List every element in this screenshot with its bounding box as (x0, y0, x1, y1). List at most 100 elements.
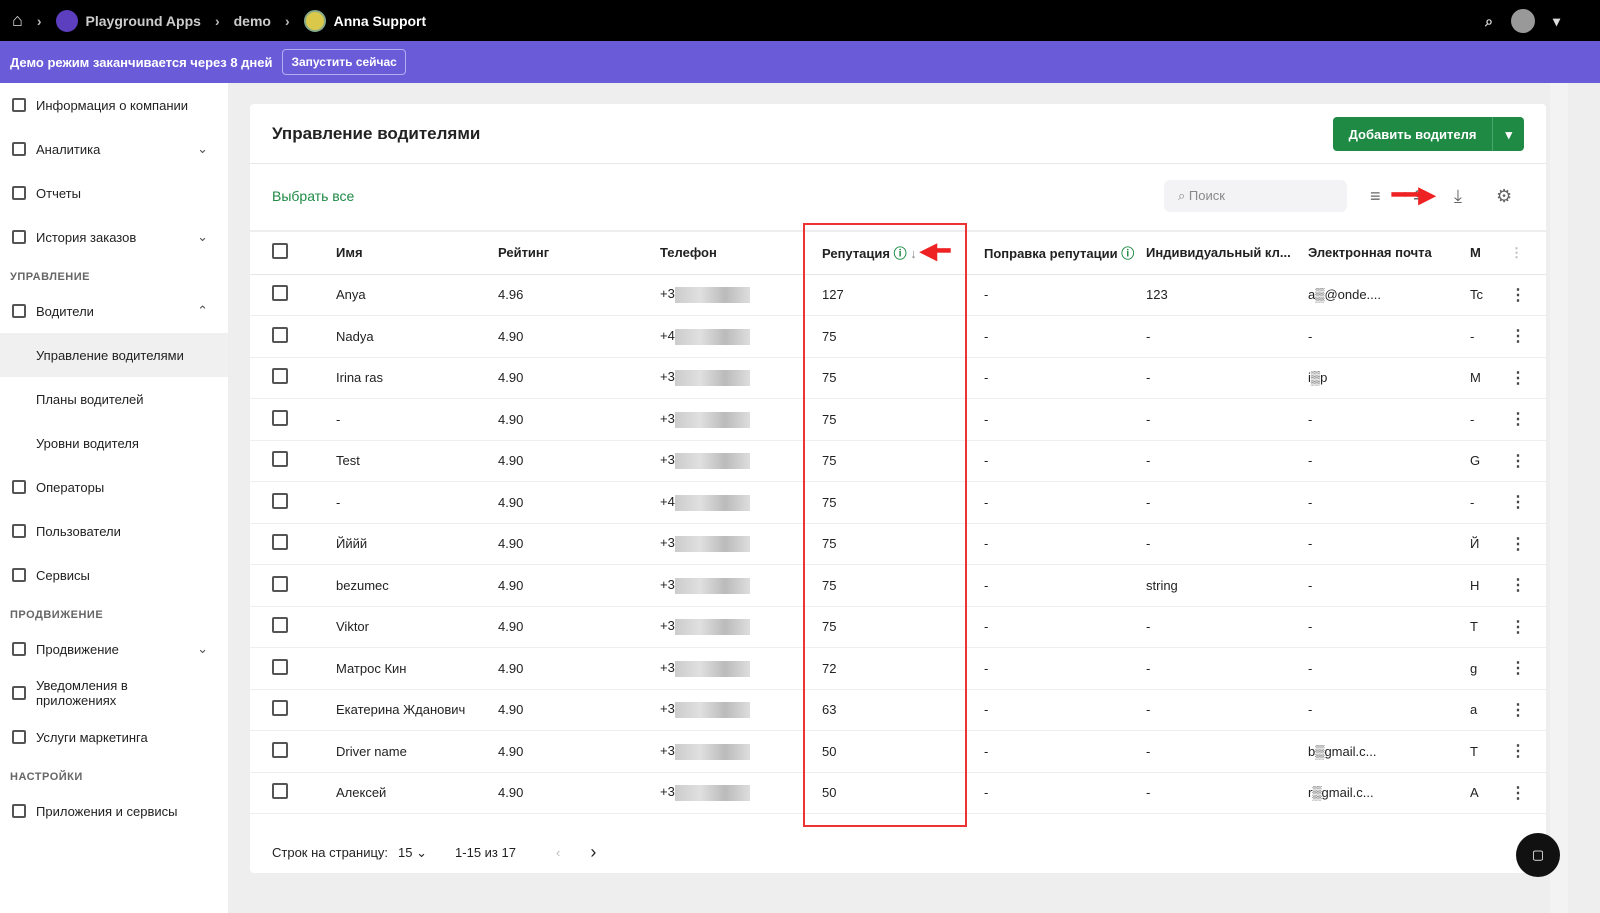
add-driver-label[interactable]: Добавить водителя (1333, 117, 1493, 151)
col-individual[interactable]: Индивидуальный кл... (1138, 231, 1300, 275)
cell-phone: +3 (652, 772, 814, 814)
table-row[interactable]: Алексей 4.90 +3 50- - r▒gmail.c... A ⋮ (250, 772, 1546, 814)
row-checkbox[interactable] (272, 368, 288, 385)
col-reputation-adjustment[interactable]: Поправка репутации ⓘ (976, 231, 1138, 275)
sidebar-item-driver-levels[interactable]: Уровни водителя (0, 421, 228, 465)
table-row[interactable]: Матрос Кин 4.90 +3 72- - - g ⋮ (250, 647, 1546, 690)
scrollbar[interactable] (1550, 83, 1568, 913)
col-name[interactable]: Имя (328, 231, 490, 275)
row-menu-icon[interactable]: ⋮ (1502, 357, 1546, 399)
table-row[interactable]: Test 4.90 +3 75- - - G ⋮ (250, 440, 1546, 482)
launch-now-button[interactable]: Запустить сейчас (282, 49, 406, 75)
row-checkbox[interactable] (272, 492, 288, 509)
row-checkbox[interactable] (272, 783, 288, 800)
table-row[interactable]: Anya 4.96 +3 127-123 a▒@onde.... Tc ⋮ (250, 274, 1546, 316)
table-header: Имя Рейтинг Телефон Репутация ⓘ ↓ Поправ… (250, 231, 1546, 275)
col-rating[interactable]: Рейтинг (490, 231, 652, 275)
cell-email: - (1300, 315, 1462, 358)
cell-phone: +3 (652, 730, 814, 773)
row-checkbox[interactable] (272, 658, 288, 675)
row-menu-icon[interactable]: ⋮ (1502, 564, 1546, 607)
table-row[interactable]: Viktor 4.90 +3 75- - - T ⋮ (250, 606, 1546, 648)
sidebar-item-driver-plans[interactable]: Планы водителей (0, 377, 228, 421)
row-menu-icon[interactable]: ⋮ (1502, 440, 1546, 482)
row-menu-icon[interactable]: ⋮ (1502, 772, 1546, 814)
search-input[interactable]: ⌕ Поиск (1164, 180, 1347, 212)
sidebar-item-notifications[interactable]: Уведомления в приложениях (0, 671, 228, 715)
cell-more: - (1462, 315, 1502, 358)
cell-email: - (1300, 481, 1462, 524)
megaphone-icon (12, 730, 26, 744)
row-checkbox[interactable] (272, 700, 288, 717)
row-menu-icon[interactable]: ⋮ (1502, 689, 1546, 731)
caret-down-icon[interactable]: ▾ (1492, 117, 1524, 151)
sidebar-item-reports[interactable]: Отчеты (0, 171, 228, 215)
col-more[interactable]: М (1462, 231, 1502, 275)
filter-icon[interactable]: ≡ (1370, 186, 1381, 207)
col-email[interactable]: Электронная почта (1300, 231, 1462, 275)
chat-button[interactable]: ▢ (1516, 833, 1560, 877)
row-menu-icon[interactable]: ⋮ (1502, 523, 1546, 565)
row-checkbox[interactable] (272, 326, 288, 343)
cell-more: - (1462, 398, 1502, 441)
phone-prefix: +3 (660, 286, 675, 302)
row-checkbox[interactable] (272, 741, 288, 758)
sidebar-item-operators[interactable]: Операторы (0, 465, 228, 509)
sidebar-item-services[interactable]: Сервисы (0, 553, 228, 597)
table-row[interactable]: Екатерина Жданович 4.90 +3 63- - - a ⋮ (250, 689, 1546, 731)
next-page-icon[interactable]: › (590, 842, 596, 863)
column-menu-icon[interactable]: ⋮ (1502, 231, 1546, 275)
user-avatar[interactable] (1510, 9, 1535, 33)
table-row[interactable]: Driver name 4.90 +3 50- - b▒gmail.c... T ⋮ (250, 730, 1546, 773)
cell-reputation-adjustment: - (976, 564, 1138, 607)
table-row[interactable]: bezumec 4.90 +3 75- string - H ⋮ (250, 564, 1546, 607)
sidebar-item-promotion[interactable]: Продвижение ⌄ (0, 627, 228, 671)
crumb-project[interactable]: Anna Support (334, 13, 427, 29)
sidebar-item-apps[interactable]: Приложения и сервисы (0, 789, 228, 833)
row-checkbox[interactable] (272, 451, 288, 468)
sidebar-item-company[interactable]: Информация о компании (0, 83, 228, 127)
phone-prefix: +3 (660, 742, 675, 758)
table-row[interactable]: Nadya 4.90 +4 75- - - - ⋮ (250, 315, 1546, 358)
select-all-link[interactable]: Выбрать все (272, 188, 354, 204)
row-menu-icon[interactable]: ⋮ (1502, 315, 1546, 358)
download-icon[interactable]: ⤓ (1454, 186, 1462, 207)
cell-more: A (1462, 772, 1502, 814)
chevron-down-icon[interactable]: ▾ (1553, 13, 1560, 30)
crumb-app[interactable]: Playground Apps (86, 13, 201, 29)
row-checkbox[interactable] (272, 285, 288, 302)
sidebar-item-users[interactable]: Пользователи (0, 509, 228, 553)
sidebar-item-orders[interactable]: История заказов ⌄ (0, 215, 228, 259)
row-checkbox[interactable] (272, 617, 288, 634)
prev-page-icon[interactable]: ‹ (556, 845, 560, 860)
rows-per-page-select[interactable]: 15 ⌄ (398, 845, 427, 861)
cell-more: - (1462, 481, 1502, 524)
row-checkbox[interactable] (272, 534, 288, 551)
select-all-checkbox[interactable] (272, 243, 288, 260)
table-row[interactable]: -4.90 +3 75- - - - ⋮ (250, 398, 1546, 441)
col-reputation[interactable]: Репутация ⓘ ↓ (814, 231, 976, 275)
add-driver-button[interactable]: Добавить водителя ▾ (1332, 117, 1524, 151)
sidebar-item-drivers[interactable]: Водители ⌃ (0, 289, 228, 333)
table-row[interactable]: Йййй 4.90 +3 75- - - Й ⋮ (250, 523, 1546, 565)
row-checkbox[interactable] (272, 409, 288, 426)
search-icon[interactable]: ⌕ (1485, 13, 1493, 30)
crumb-env[interactable]: demo (234, 13, 271, 29)
sidebar-item-driver-management[interactable]: Управление водителями (0, 333, 228, 377)
row-menu-icon[interactable]: ⋮ (1502, 647, 1546, 690)
home-icon[interactable]: ⌂ (12, 10, 23, 31)
row-menu-icon[interactable]: ⋮ (1502, 274, 1546, 316)
row-menu-icon[interactable]: ⋮ (1502, 398, 1546, 441)
sidebar-item-analytics[interactable]: Аналитика ⌄ (0, 127, 228, 171)
gear-icon[interactable]: ⚙ (1496, 186, 1512, 207)
blurred-phone (674, 743, 750, 760)
row-menu-icon[interactable]: ⋮ (1502, 606, 1546, 648)
row-menu-icon[interactable]: ⋮ (1502, 730, 1546, 773)
table-row[interactable]: Irina ras 4.90 +3 75- - i▒p M ⋮ (250, 357, 1546, 399)
annotation-arrow-icon: ━━▶ (1392, 182, 1436, 207)
table-row[interactable]: -4.90 +4 75- - - - ⋮ (250, 481, 1546, 524)
row-checkbox[interactable] (272, 575, 288, 592)
col-phone[interactable]: Телефон (652, 231, 814, 275)
sidebar-item-marketing[interactable]: Услуги маркетинга (0, 715, 228, 759)
row-menu-icon[interactable]: ⋮ (1502, 481, 1546, 524)
